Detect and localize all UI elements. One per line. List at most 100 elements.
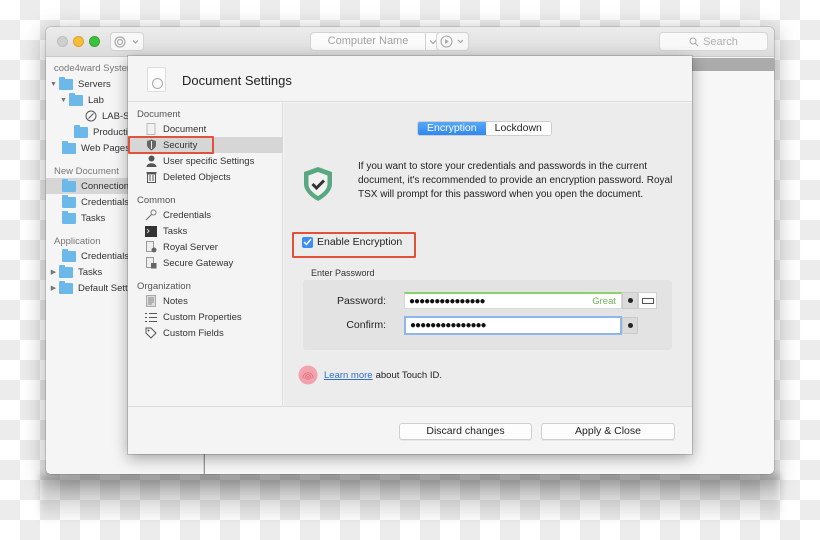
- nav-item-label: Credentials: [163, 209, 212, 221]
- trash-icon: [145, 171, 157, 183]
- close-window-button[interactable]: [57, 36, 68, 47]
- nav-item-user-specific-settings[interactable]: User specific Settings: [128, 153, 283, 169]
- folder-icon: [69, 92, 83, 106]
- password-label: Password:: [336, 295, 386, 307]
- discard-changes-button[interactable]: Discard changes: [399, 423, 532, 440]
- password-input[interactable]: ●●●●●●●●●●●●●●● Great: [404, 292, 622, 309]
- list-icon: [145, 311, 157, 323]
- zoom-window-button[interactable]: [89, 36, 100, 47]
- nav-item-document[interactable]: Document: [128, 121, 283, 137]
- learn-more-link[interactable]: Learn more: [324, 370, 373, 381]
- show-confirm-button[interactable]: [622, 317, 638, 334]
- nav-item-label: Notes: [163, 295, 188, 307]
- encryption-description: If you want to store your credentials an…: [358, 161, 673, 200]
- folder-icon: [59, 264, 73, 278]
- nav-item-credentials[interactable]: Credentials: [128, 207, 283, 223]
- enable-encryption-label: Enable Encryption: [317, 236, 403, 248]
- nav-item-label: Deleted Objects: [163, 171, 231, 183]
- window-shadow: [40, 474, 780, 524]
- password-generator-button[interactable]: [638, 292, 657, 309]
- splitter[interactable]: [204, 454, 205, 474]
- enter-password-label: Enter Password: [311, 268, 375, 278]
- disclosure-expanded-icon[interactable]: ▼: [49, 81, 58, 88]
- tab-lockdown[interactable]: Lockdown: [485, 122, 551, 135]
- enable-encryption-checkbox[interactable]: Enable Encryption: [302, 236, 402, 248]
- connect-menu-button[interactable]: [110, 32, 144, 51]
- sidebar-section-header: Application: [54, 236, 101, 247]
- nav-item-label: Custom Fields: [163, 327, 224, 339]
- show-password-button[interactable]: [622, 292, 638, 309]
- titlebar: Computer Name Search: [46, 27, 774, 57]
- sidebar-section-header: code4ward System: [54, 63, 135, 74]
- security-tabs: Encryption Lockdown: [417, 121, 552, 136]
- sidebar-item-label: Connections: [81, 180, 134, 192]
- password-group: Password: ●●●●●●●●●●●●●●● Great Confirm:…: [303, 280, 672, 350]
- key-icon: [145, 209, 157, 221]
- computer-name-field[interactable]: Computer Name: [310, 32, 426, 51]
- dialog-title: Document Settings: [182, 73, 292, 88]
- nav-item-label: Royal Server: [163, 241, 218, 253]
- connection-icon: [85, 110, 97, 122]
- nav-item-label: User specific Settings: [163, 155, 255, 167]
- nav-item-security[interactable]: Security: [128, 137, 283, 153]
- checkmark-icon: [303, 238, 312, 246]
- search-icon: [689, 37, 699, 46]
- settings-nav: Document Document Security User specific…: [128, 103, 283, 406]
- tab-encryption[interactable]: Encryption: [418, 122, 486, 135]
- sidebar-item-label: Credentials: [81, 250, 130, 262]
- nav-item-custom-fields[interactable]: Custom Fields: [128, 325, 283, 341]
- nav-item-label: Tasks: [163, 225, 188, 237]
- sidebar-section-header: New Document: [54, 166, 119, 177]
- fingerprint-icon: [298, 365, 318, 385]
- sidebar-item-label: Credentials: [81, 196, 130, 208]
- confirm-value: ●●●●●●●●●●●●●●●: [410, 320, 487, 331]
- play-icon: [439, 35, 463, 48]
- sidebar-item-label: Servers: [78, 78, 111, 90]
- nav-item-label: Document: [163, 123, 207, 135]
- terminal-icon: [145, 225, 157, 237]
- user-icon: [145, 155, 157, 167]
- shield-check-icon: [304, 167, 332, 201]
- folder-icon: [59, 280, 73, 294]
- sidebar-item-label: Tasks: [81, 212, 106, 224]
- touch-id-info: Learn more about Touch ID.: [298, 365, 442, 385]
- dialog-footer: Discard changes Apply & Close: [128, 406, 692, 454]
- search-placeholder: Search: [703, 35, 738, 48]
- password-strength: Great: [592, 295, 616, 307]
- document-settings-dialog: Document Settings Document Document Secu…: [128, 56, 692, 454]
- apply-close-button[interactable]: Apply & Close: [541, 423, 675, 440]
- folder-icon: [62, 210, 76, 224]
- disclosure-collapsed-icon[interactable]: ▶: [49, 284, 58, 292]
- nav-item-tasks[interactable]: Tasks: [128, 223, 283, 239]
- nav-item-label: Custom Properties: [163, 311, 242, 323]
- sidebar-item-label: Lab: [88, 94, 104, 106]
- security-panel: Encryption Lockdown If you want to store…: [284, 103, 692, 406]
- folder-icon: [74, 124, 88, 138]
- shield-icon: [145, 139, 157, 151]
- disclosure-collapsed-icon[interactable]: ▶: [49, 268, 58, 276]
- sidebar-item-label: Tasks: [78, 266, 103, 278]
- confirm-password-input[interactable]: ●●●●●●●●●●●●●●●: [404, 316, 622, 335]
- nav-item-deleted-objects[interactable]: Deleted Objects: [128, 169, 283, 185]
- nav-item-secure-gateway[interactable]: Secure Gateway: [128, 255, 283, 271]
- nav-item-label: Security: [163, 139, 198, 151]
- folder-icon: [59, 76, 73, 90]
- tag-icon: [145, 327, 157, 339]
- folder-icon: [62, 248, 76, 262]
- confirm-label: Confirm:: [346, 319, 386, 331]
- sidebar-item-label: Web Pages: [81, 142, 130, 154]
- notes-icon: [145, 295, 157, 307]
- disclosure-expanded-icon[interactable]: ▼: [59, 97, 68, 104]
- nav-item-notes[interactable]: Notes: [128, 293, 283, 309]
- play-menu-button[interactable]: [436, 32, 469, 51]
- nav-item-label: Secure Gateway: [163, 257, 234, 269]
- minimize-window-button[interactable]: [73, 36, 84, 47]
- search-input[interactable]: Search: [659, 32, 768, 51]
- nav-section-header: Document: [137, 109, 181, 120]
- touch-id-text: about Touch ID.: [375, 369, 442, 381]
- nav-item-royal-server[interactable]: Royal Server: [128, 239, 283, 255]
- document-icon: [145, 123, 157, 135]
- nav-item-custom-properties[interactable]: Custom Properties: [128, 309, 283, 325]
- checkbox-checked[interactable]: [302, 236, 313, 248]
- folder-icon: [62, 178, 76, 192]
